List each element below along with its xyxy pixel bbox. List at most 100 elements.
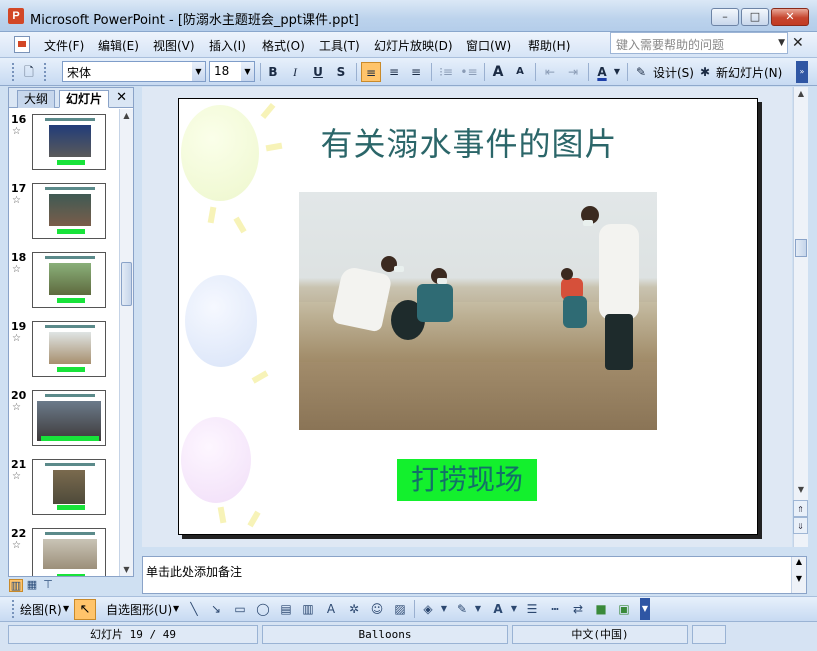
- slide-thumbnail-selected[interactable]: 19 ☆: [9, 316, 119, 385]
- pane-close-icon[interactable]: ✕: [116, 90, 127, 105]
- close-button[interactable]: ✕: [771, 8, 809, 26]
- scroll-down-icon[interactable]: ▼: [120, 565, 133, 574]
- scroll-down-icon[interactable]: ▼: [794, 485, 808, 494]
- slide-preview[interactable]: [32, 528, 106, 576]
- slide-preview[interactable]: [32, 183, 106, 239]
- slide-thumbnail[interactable]: 20 ☆: [9, 385, 119, 454]
- design-button[interactable]: 设计(S): [653, 64, 694, 81]
- dash-style-icon[interactable]: ┅: [547, 602, 563, 616]
- 3d-style-icon[interactable]: ▣: [616, 602, 632, 616]
- document-icon[interactable]: [14, 36, 30, 53]
- next-slide-icon[interactable]: ⇓: [793, 517, 808, 534]
- menu-format[interactable]: 格式(O): [262, 37, 305, 54]
- notes-scrollbar[interactable]: ▲ ▼: [791, 557, 806, 593]
- chevron-down-icon[interactable]: ▼: [192, 62, 205, 81]
- autoshapes-menu-button[interactable]: 自选图形(U): [106, 601, 172, 618]
- toolbar-options-chevron-icon[interactable]: ▼: [640, 598, 650, 620]
- bullet-list-button[interactable]: •≡: [459, 62, 479, 82]
- vertical-textbox-tool-icon[interactable]: ▥: [300, 602, 316, 616]
- shrink-font-button[interactable]: A: [510, 62, 530, 82]
- font-color-icon[interactable]: A: [490, 602, 506, 616]
- align-right-button[interactable]: ≡: [406, 62, 426, 82]
- notes-pane[interactable]: 单击此处添加备注 ▲ ▼: [142, 556, 807, 594]
- oval-tool-icon[interactable]: ◯: [255, 602, 271, 616]
- picture-tool-icon[interactable]: ▨: [392, 602, 408, 616]
- align-left-button[interactable]: ≡: [361, 62, 381, 82]
- chevron-down-icon[interactable]: ▼: [63, 604, 69, 613]
- grow-font-button[interactable]: A: [488, 62, 508, 82]
- toolbar-grip[interactable]: [12, 63, 15, 81]
- slideshow-view-icon[interactable]: ⊤: [41, 579, 55, 592]
- chevron-down-icon[interactable]: ▼: [474, 602, 482, 616]
- minimize-button[interactable]: –: [711, 8, 739, 26]
- numbered-list-button[interactable]: ⁝≡: [436, 62, 456, 82]
- menu-tools[interactable]: 工具(T): [319, 37, 360, 54]
- decrease-indent-button[interactable]: ⇤: [540, 62, 560, 82]
- help-search-input[interactable]: 键入需要帮助的问题 ▼: [610, 32, 788, 54]
- line-color-icon[interactable]: ✎: [454, 602, 470, 616]
- scroll-down-icon[interactable]: ▼: [792, 574, 806, 583]
- menu-view[interactable]: 视图(V): [153, 37, 195, 54]
- clipart-tool-icon[interactable]: ☺: [369, 602, 385, 616]
- menu-insert[interactable]: 插入(I): [209, 37, 246, 54]
- chevron-down-icon[interactable]: ▼: [778, 38, 785, 48]
- document-close-icon[interactable]: ✕: [792, 35, 804, 51]
- new-slide-button[interactable]: 新幻灯片(N): [716, 64, 782, 81]
- chevron-down-icon[interactable]: ▼: [510, 602, 518, 616]
- slide-title[interactable]: 有关溺水事件的图片: [179, 119, 757, 165]
- slide-preview[interactable]: [32, 252, 106, 308]
- chevron-down-icon[interactable]: ▼: [440, 602, 448, 616]
- align-center-button[interactable]: ≡: [384, 62, 404, 82]
- tab-outline[interactable]: 大纲: [17, 90, 56, 108]
- slide-thumbnail[interactable]: 22 ☆: [9, 523, 119, 576]
- slide-preview[interactable]: [32, 114, 106, 170]
- slide-sorter-view-icon[interactable]: ▦: [25, 579, 39, 592]
- scrollbar-thumb[interactable]: [121, 262, 132, 306]
- previous-slide-icon[interactable]: ⇑: [793, 500, 808, 517]
- toolbar-grip[interactable]: [44, 63, 47, 81]
- font-size-select[interactable]: 18 ▼: [209, 61, 255, 82]
- slide-preview[interactable]: [32, 390, 106, 446]
- toolbar-options-chevron-icon[interactable]: »: [796, 61, 808, 83]
- thumbnails-scrollbar[interactable]: ▲ ▼: [119, 109, 133, 576]
- rectangle-tool-icon[interactable]: ▭: [232, 602, 248, 616]
- increase-indent-button[interactable]: ⇥: [563, 62, 583, 82]
- fill-color-icon[interactable]: ◈: [420, 602, 436, 616]
- slide-thumbnail[interactable]: 17 ☆: [9, 178, 119, 247]
- rescue-scene-photo[interactable]: [299, 192, 657, 430]
- tab-slides[interactable]: 幻灯片: [59, 90, 110, 108]
- scroll-up-icon[interactable]: ▲: [120, 111, 133, 120]
- textbox-tool-icon[interactable]: ▤: [278, 602, 294, 616]
- font-name-select[interactable]: 宋体 ▼: [62, 61, 206, 82]
- slide-preview[interactable]: [32, 321, 106, 377]
- select-objects-icon[interactable]: ↖: [74, 599, 96, 620]
- chevron-down-icon[interactable]: ▼: [173, 604, 179, 613]
- scroll-up-icon[interactable]: ▲: [794, 89, 808, 98]
- menu-file[interactable]: 文件(F): [44, 37, 84, 54]
- line-style-icon[interactable]: ☰: [524, 602, 540, 616]
- new-document-icon[interactable]: 🗋: [19, 62, 39, 82]
- menu-slideshow[interactable]: 幻灯片放映(D): [374, 37, 453, 54]
- menu-window[interactable]: 窗口(W): [466, 37, 511, 54]
- powerpoint-app-icon[interactable]: P: [8, 8, 24, 24]
- notes-placeholder[interactable]: 单击此处添加备注: [146, 563, 242, 580]
- normal-view-icon[interactable]: ▥: [9, 579, 23, 592]
- toolbar-grip[interactable]: [12, 600, 15, 618]
- scroll-up-icon[interactable]: ▲: [792, 557, 806, 566]
- shadow-style-icon[interactable]: ■: [593, 602, 609, 616]
- italic-button[interactable]: I: [285, 62, 305, 82]
- slide-scrollbar[interactable]: ▲ ▼: [793, 87, 808, 547]
- menu-edit[interactable]: 编辑(E): [98, 37, 139, 54]
- maximize-button[interactable]: □: [741, 8, 769, 26]
- underline-button[interactable]: U: [308, 62, 328, 82]
- slide-thumbnail[interactable]: 16 ☆: [9, 109, 119, 178]
- arrow-style-icon[interactable]: ⇄: [570, 602, 586, 616]
- diagram-tool-icon[interactable]: ✲: [346, 602, 362, 616]
- arrow-tool-icon[interactable]: ↘: [208, 602, 224, 616]
- wordart-tool-icon[interactable]: A: [323, 602, 339, 616]
- slide-thumbnail[interactable]: 18 ☆: [9, 247, 119, 316]
- chevron-down-icon[interactable]: ▼: [612, 62, 622, 82]
- font-color-button[interactable]: A: [592, 62, 612, 82]
- shadow-button[interactable]: S: [331, 62, 351, 82]
- bold-button[interactable]: B: [263, 62, 283, 82]
